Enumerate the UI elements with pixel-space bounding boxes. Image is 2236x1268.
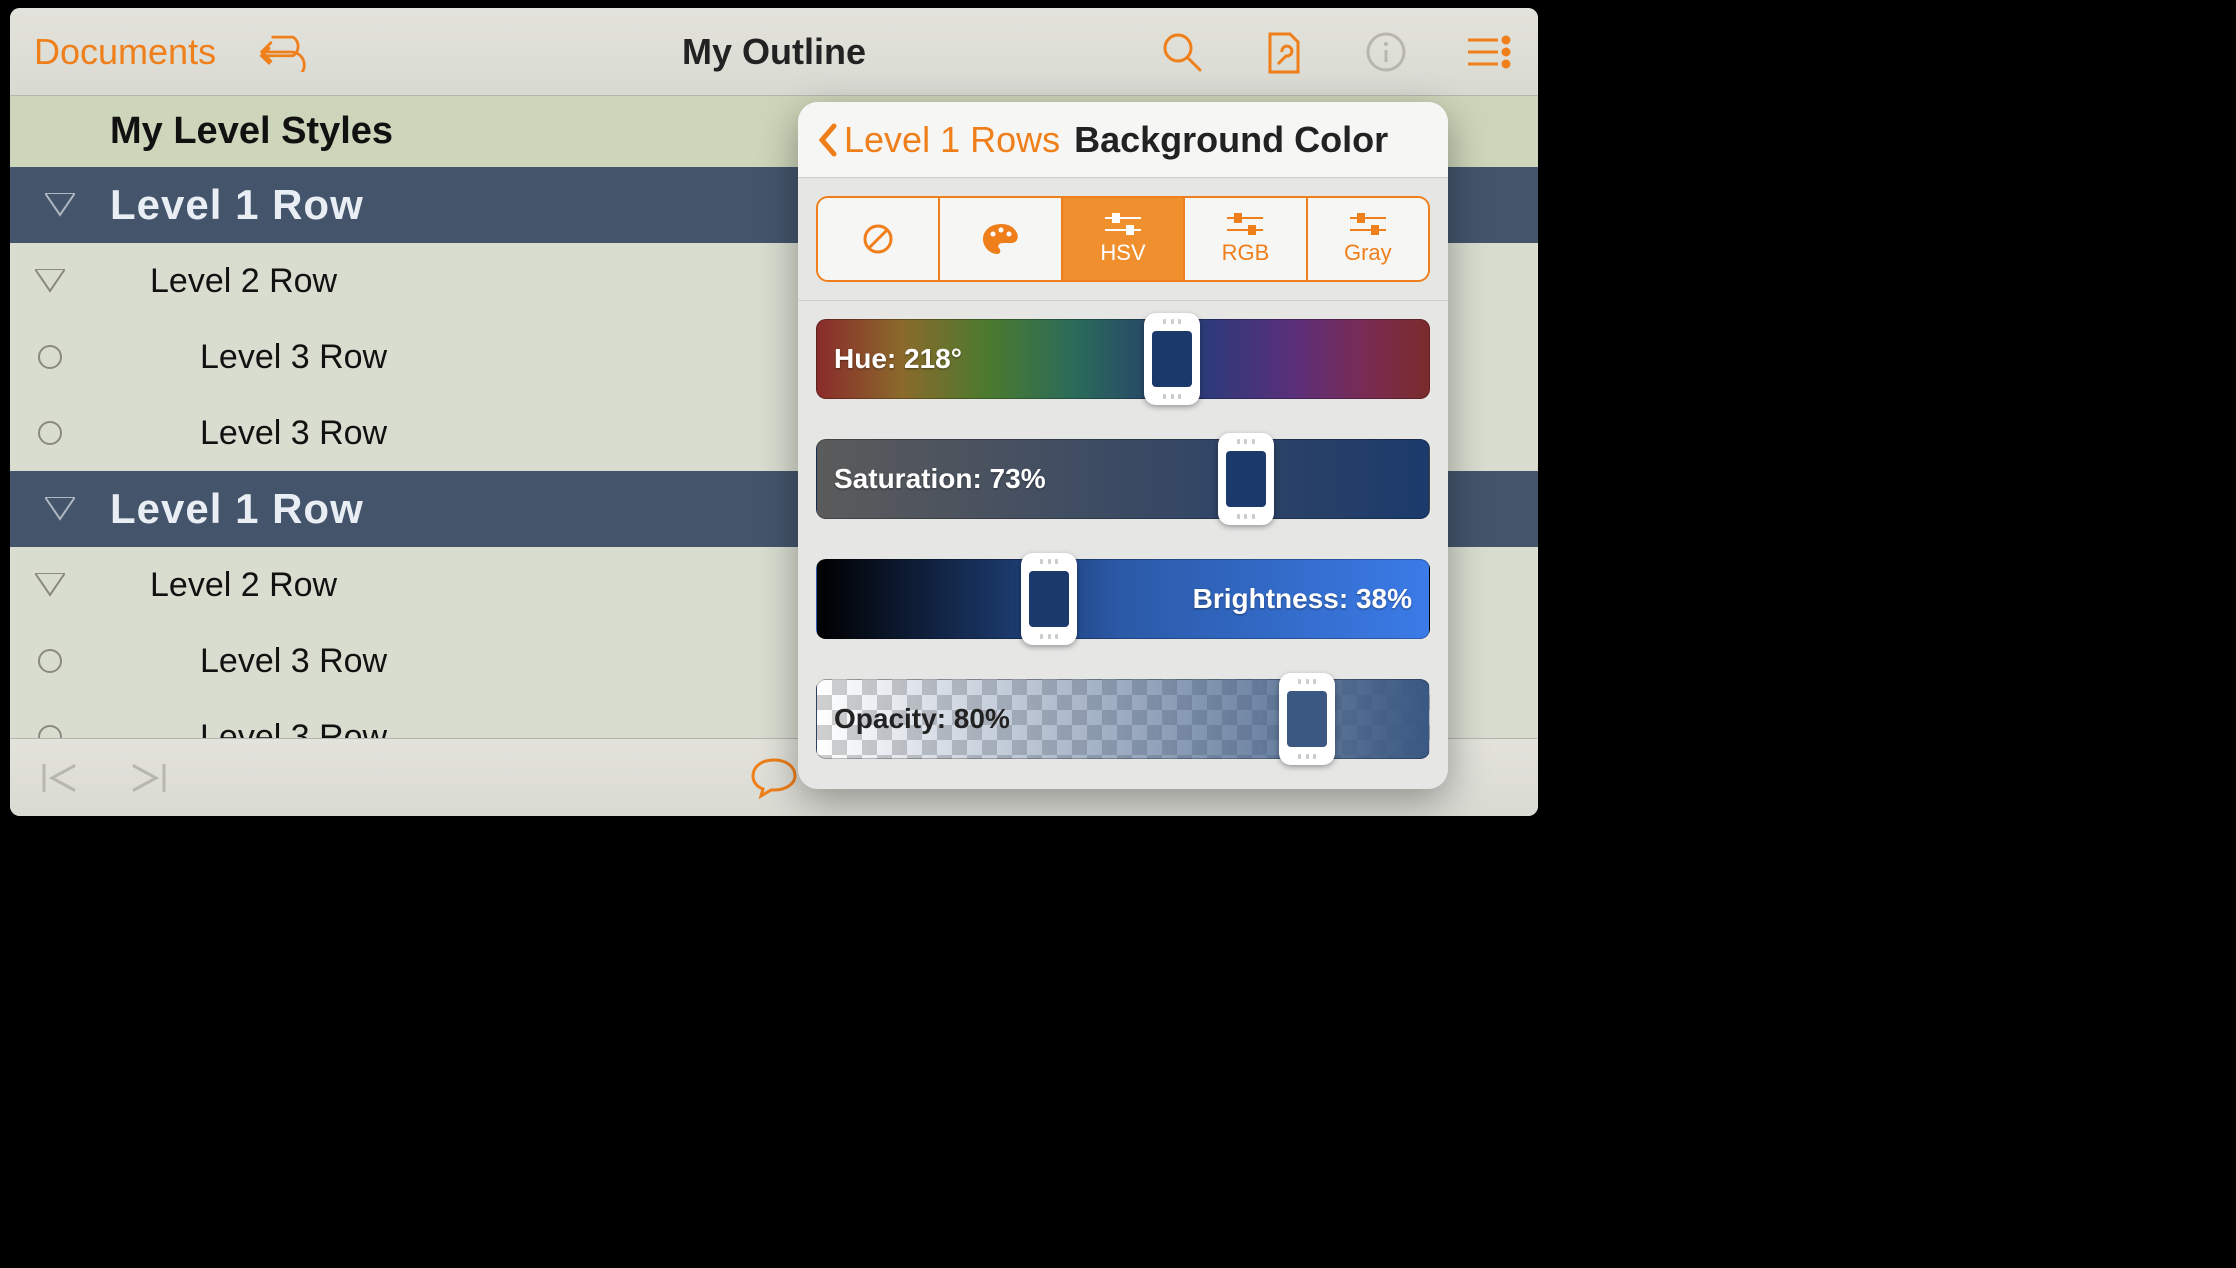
comment-button[interactable] bbox=[748, 752, 800, 804]
disclosure-triangle-icon[interactable] bbox=[40, 185, 80, 225]
chevron-left-icon bbox=[816, 122, 838, 158]
opacity-swatch bbox=[1287, 691, 1327, 747]
inspector-button[interactable] bbox=[1258, 26, 1310, 78]
first-arrow-icon bbox=[38, 760, 82, 796]
seg-hsv[interactable]: HSV bbox=[1063, 198, 1185, 280]
hue-slider[interactable]: Hue: 218° bbox=[816, 319, 1430, 399]
hue-label: Hue: 218° bbox=[834, 343, 962, 375]
wrench-document-icon bbox=[1264, 28, 1304, 76]
bullet-icon bbox=[30, 641, 70, 681]
opacity-handle[interactable] bbox=[1279, 673, 1335, 765]
list-icon bbox=[1464, 34, 1512, 70]
back-button[interactable]: Level 1 Rows bbox=[816, 119, 1060, 161]
row-text: Level 3 Row bbox=[200, 642, 387, 681]
search-button[interactable] bbox=[1156, 26, 1208, 78]
brightness-handle[interactable] bbox=[1021, 553, 1077, 645]
opacity-label: Opacity: 80% bbox=[834, 703, 1010, 735]
saturation-handle[interactable] bbox=[1218, 433, 1274, 525]
row-text: Level 2 Row bbox=[150, 262, 337, 301]
info-button[interactable] bbox=[1360, 26, 1412, 78]
search-icon bbox=[1160, 30, 1204, 74]
prev-button[interactable] bbox=[34, 752, 86, 804]
palette-icon bbox=[981, 222, 1021, 256]
seg-rgb[interactable]: RGB bbox=[1185, 198, 1307, 280]
hue-handle[interactable] bbox=[1144, 313, 1200, 405]
menu-button[interactable] bbox=[1462, 26, 1514, 78]
seg-gray-label: Gray bbox=[1344, 240, 1392, 266]
undo-icon bbox=[256, 32, 308, 72]
disclosure-triangle-icon[interactable] bbox=[40, 489, 80, 529]
disclosure-triangle-icon[interactable] bbox=[30, 565, 70, 605]
saturation-label: Saturation: 73% bbox=[834, 463, 1046, 495]
saturation-swatch bbox=[1226, 451, 1266, 507]
seg-rgb-label: RGB bbox=[1222, 240, 1270, 266]
info-icon bbox=[1364, 30, 1408, 74]
row-text: Level 2 Row bbox=[150, 566, 337, 605]
speech-bubble-icon bbox=[749, 756, 799, 800]
next-button[interactable] bbox=[122, 752, 174, 804]
documents-button[interactable]: Documents bbox=[34, 31, 216, 73]
seg-gray[interactable]: Gray bbox=[1308, 198, 1428, 280]
sliders-icon bbox=[1225, 212, 1265, 236]
row-text: Level 3 Row bbox=[200, 718, 387, 739]
undo-button[interactable] bbox=[256, 26, 308, 78]
no-color-icon bbox=[860, 221, 896, 257]
bullet-icon bbox=[30, 717, 70, 738]
color-popover: Level 1 Rows Background Color bbox=[798, 102, 1448, 789]
popover-header: Level 1 Rows Background Color bbox=[798, 102, 1448, 178]
color-mode-segmented: HSV RGB Gray bbox=[816, 196, 1430, 282]
sliders-icon bbox=[1103, 212, 1143, 236]
hue-swatch bbox=[1152, 331, 1192, 387]
bullet-icon bbox=[30, 413, 70, 453]
row-text: Level 3 Row bbox=[200, 414, 387, 453]
back-label: Level 1 Rows bbox=[844, 119, 1060, 161]
disclosure-triangle-icon[interactable] bbox=[30, 261, 70, 301]
brightness-label: Brightness: 38% bbox=[1193, 583, 1412, 615]
row-text: Level 3 Row bbox=[200, 338, 387, 377]
last-arrow-icon bbox=[126, 760, 170, 796]
sliders-icon bbox=[1348, 212, 1388, 236]
row-text: Level 1 Row bbox=[110, 181, 364, 229]
popover-title: Background Color bbox=[1074, 119, 1388, 161]
brightness-swatch bbox=[1029, 571, 1069, 627]
sliders-panel: Hue: 218° Saturation: 73% Brightne bbox=[798, 300, 1448, 789]
seg-palette[interactable] bbox=[940, 198, 1062, 280]
toolbar: Documents My Outline bbox=[10, 8, 1538, 96]
opacity-slider[interactable]: Opacity: 80% bbox=[816, 679, 1430, 759]
seg-hsv-label: HSV bbox=[1100, 240, 1145, 266]
brightness-slider[interactable]: Brightness: 38% bbox=[816, 559, 1430, 639]
seg-none[interactable] bbox=[818, 198, 940, 280]
row-text: Level 1 Row bbox=[110, 485, 364, 533]
bullet-icon bbox=[30, 337, 70, 377]
saturation-slider[interactable]: Saturation: 73% bbox=[816, 439, 1430, 519]
